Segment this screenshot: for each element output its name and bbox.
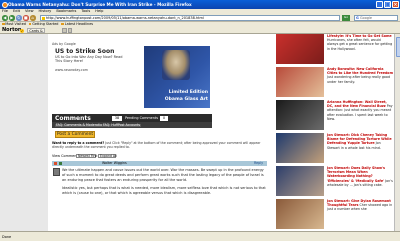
comments-count: 38 [112, 115, 122, 121]
cards-logins-button[interactable]: Cards & Logins [27, 28, 45, 38]
story-thumbnail[interactable] [276, 166, 324, 196]
google-ad[interactable]: Ads by Google US to Strike Soon US to Go… [52, 42, 212, 110]
story-text: Jon Stewart: Does Daily Show's Terrorism… [327, 166, 393, 187]
comment-paragraph: Idealistic yes, but perhaps that is what… [62, 185, 266, 195]
firefox-icon [1, 1, 8, 8]
story-text: Jon Stewart: Give Dylan Rosemont Thought… [327, 199, 393, 212]
ads-by-google-label[interactable]: Ads by Google [52, 42, 76, 46]
story-text: Andy Borowitz: New California Cities to … [327, 67, 393, 84]
story-title[interactable]: Jon Stewart: Dick Cheney Taking Blame fo… [327, 133, 392, 145]
sidebar-story[interactable]: Andy Borowitz: New California Cities to … [276, 67, 394, 99]
faq-moderation-link[interactable]: FAQ: Comments & Moderation [55, 123, 106, 127]
sort-order-select[interactable]: Newest First [76, 153, 98, 159]
story-text: Lifestyle: It's Time to Go Get Some Hurr… [327, 34, 393, 51]
page-left-margin [0, 34, 48, 231]
sidebar-story[interactable]: Lifestyle: It's Time to Go Get Some Hurr… [276, 34, 394, 66]
ad-image[interactable]: Limited Edition Obama Glass Art [144, 46, 210, 108]
faq-accounts-link[interactable]: FAQ: HuffPost Accounts [102, 123, 142, 127]
post-comment-button[interactable]: Post a Comment [55, 131, 95, 138]
norton-logo: Norton [2, 27, 22, 33]
comment-reply-link[interactable]: Reply [254, 161, 263, 166]
search-placeholder: Google [360, 16, 372, 21]
comments-header: Comments 38 Pending Comments 0 [52, 114, 212, 122]
norton-tool-icon[interactable] [67, 28, 72, 33]
search-input[interactable]: G Google [354, 15, 398, 21]
story-text: Arianna Huffington: Wall Street, DC, and… [327, 100, 393, 121]
expand-select[interactable]: Expand All [98, 153, 117, 159]
back-button[interactable]: ◀ [2, 15, 8, 21]
portrait-image [162, 50, 190, 80]
comments-title: Comments [55, 114, 91, 122]
ad-description: US to Go into War Any Day Now? Read This… [55, 55, 123, 64]
comment-body: We the ultimate happen and cause issues … [62, 168, 267, 198]
flag-icon[interactable] [54, 161, 58, 166]
sidebar-story[interactable]: Jon Stewart: Dick Cheney Taking Blame fo… [276, 133, 394, 165]
norton-toolbar: Norton ✓ Cards & Logins [0, 27, 400, 38]
sidebar-story[interactable]: Arianna Huffington: Wall Street, DC, and… [276, 100, 394, 132]
ad-caption-line1: Limited Edition [168, 90, 208, 95]
web-page: Ads by Google US to Strike Soon US to Go… [0, 34, 394, 231]
story-thumbnail[interactable] [276, 133, 324, 163]
related-stories-sidebar: Lifestyle: It's Time to Go Get Some Hurr… [276, 34, 394, 231]
navigation-toolbar: ◀ ▶ ↻ ■ ⌂ http://www.huffingtonpost.com/… [0, 14, 400, 22]
norton-tool-icon[interactable] [62, 28, 67, 33]
story-title[interactable]: Jon Stewart: Does Daily Show's Terrorism… [327, 166, 385, 183]
story-text: Jon Stewart: Dick Cheney Taking Blame fo… [327, 133, 393, 150]
story-title[interactable]: Arianna Huffington: Wall Street, DC, and… [327, 100, 387, 108]
comment-header: Walter Wiggins Reply [52, 161, 267, 166]
ad-caption-line2: Obama Glass Art [164, 97, 208, 102]
window-titlebar: Obama Warns Netanyahu: Don't Surprise Me… [0, 0, 400, 9]
sidebar-story[interactable]: Jon Stewart: Does Daily Show's Terrorism… [276, 166, 394, 198]
address-url: http://www.huffingtonpost.com/2009/05/11… [46, 16, 204, 21]
address-bar[interactable]: http://www.huffingtonpost.com/2009/05/11… [40, 15, 340, 21]
reply-instructions: Want to reply to a comment? Just Click "… [52, 141, 262, 149]
faq-bar: FAQ: Comments & Moderation FAQ: HuffPost… [52, 122, 212, 128]
story-thumbnail[interactable] [276, 199, 324, 229]
close-button[interactable]: × [392, 1, 399, 8]
story-thumbnail[interactable] [276, 100, 324, 130]
status-bar: Done [0, 231, 400, 241]
comment-paragraph: We the ultimate happen and cause issues … [62, 168, 264, 183]
story-thumbnail[interactable] [276, 34, 324, 64]
go-button[interactable]: Go [342, 15, 350, 21]
story-body: Hurricanes, she often felt, would always… [327, 38, 393, 51]
reload-button[interactable]: ↻ [16, 15, 22, 21]
window-title: Obama Warns Netanyahu: Don't Surprise Me… [8, 2, 192, 7]
comment-username[interactable]: Walter Wiggins [102, 161, 127, 166]
story-title[interactable]: Andy Borowitz: New California Cities to … [327, 67, 393, 75]
vertical-scrollbar[interactable] [394, 34, 400, 231]
scrollbar-thumb[interactable] [395, 37, 400, 57]
sidebar-story[interactable]: Jon Stewart: Give Dylan Rosemont Thought… [276, 199, 394, 231]
google-icon: G [356, 16, 359, 21]
story-thumbnail[interactable] [276, 67, 324, 97]
pending-comments-count: 0 [160, 115, 168, 121]
fan-icon[interactable] [59, 161, 63, 166]
minimize-button[interactable]: _ [376, 1, 384, 8]
maximize-button[interactable]: □ [384, 1, 392, 8]
forward-button[interactable]: ▶ [9, 15, 15, 21]
site-favicon-icon [42, 16, 45, 20]
norton-check-icon[interactable]: ✓ [20, 28, 24, 33]
stop-button[interactable]: ■ [23, 15, 29, 21]
view-comments-row: View Comments: Newest First Expand All [52, 153, 117, 159]
avatar[interactable] [53, 168, 60, 176]
window-controls: _ □ × [376, 1, 399, 8]
norton-tool-icons [62, 28, 72, 33]
status-text: Done [2, 235, 12, 239]
ad-title[interactable]: US to Strike Soon [55, 48, 114, 55]
pending-comments-label: Pending Comments [125, 116, 159, 120]
home-button[interactable]: ⌂ [30, 15, 36, 21]
story-body: Just wondering after being really good u… [327, 75, 391, 84]
ad-url[interactable]: www.rasaroday.com [55, 68, 88, 72]
